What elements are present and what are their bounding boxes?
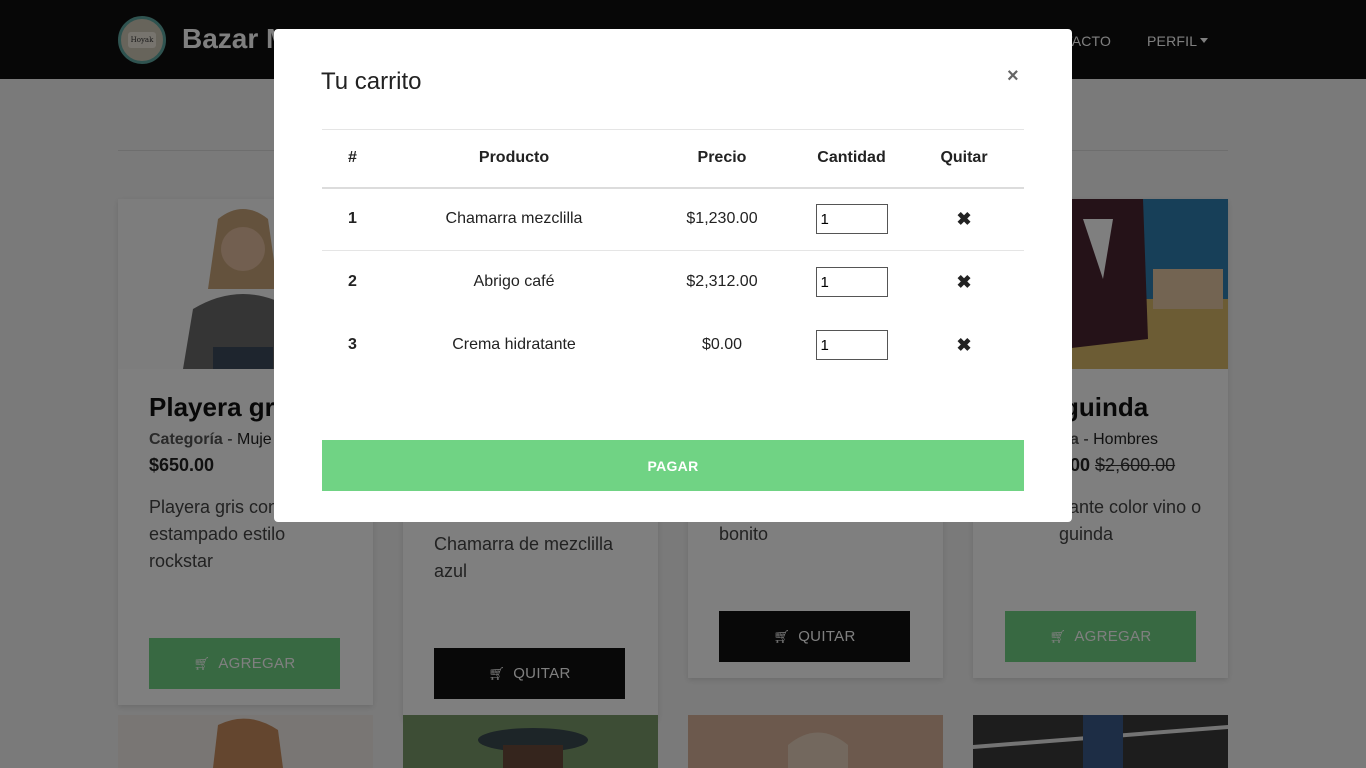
- row-product: Abrigo café: [473, 273, 555, 291]
- table-row: 1 Chamarra mezclilla $1,230.00 ✖: [322, 187, 1024, 251]
- row-quantity-cell: [799, 251, 904, 314]
- quantity-input[interactable]: [815, 330, 888, 360]
- table-row: 2 Abrigo café $2,312.00 ✖: [322, 251, 1024, 314]
- quantity-input[interactable]: [815, 267, 888, 298]
- row-index: 1: [322, 187, 383, 251]
- close-icon[interactable]: ×: [1007, 65, 1019, 88]
- column-header-product: Producto: [383, 129, 645, 189]
- row-remove-cell: ✖: [904, 314, 1024, 377]
- row-product: Chamarra mezclilla: [383, 187, 645, 251]
- row-quantity-cell: [799, 314, 904, 377]
- column-header-price: Precio: [645, 129, 799, 189]
- row-price: $0.00: [701, 336, 743, 353]
- table-row: 3 Crema hidratante $0.00 ✖: [322, 314, 1024, 377]
- row-index: 3: [348, 336, 357, 353]
- row-price: $2,312.00: [686, 273, 758, 291]
- column-header-remove: Quitar: [904, 129, 1024, 189]
- modal-title: Tu carrito: [321, 68, 422, 95]
- row-product: Crema hidratante: [452, 336, 576, 353]
- pay-button[interactable]: PAGAR: [322, 440, 1024, 491]
- quantity-input[interactable]: [815, 204, 888, 235]
- column-header-quantity: Cantidad: [799, 129, 904, 189]
- row-remove-cell: ✖: [904, 187, 1024, 251]
- row-index: 2: [348, 273, 357, 291]
- remove-icon[interactable]: ✖: [956, 335, 971, 355]
- remove-icon[interactable]: ✖: [956, 209, 971, 229]
- row-quantity-cell: [799, 187, 904, 251]
- row-remove-cell: ✖: [904, 251, 1024, 314]
- remove-icon[interactable]: ✖: [956, 272, 971, 292]
- row-price: $1,230.00: [645, 187, 799, 251]
- column-header-index: #: [322, 129, 383, 189]
- cart-modal: Tu carrito × # Producto Precio Cantidad …: [274, 29, 1072, 522]
- table-header-row: # Producto Precio Cantidad Quitar: [322, 129, 1024, 189]
- cart-table: # Producto Precio Cantidad Quitar 1 Cham…: [322, 129, 1024, 377]
